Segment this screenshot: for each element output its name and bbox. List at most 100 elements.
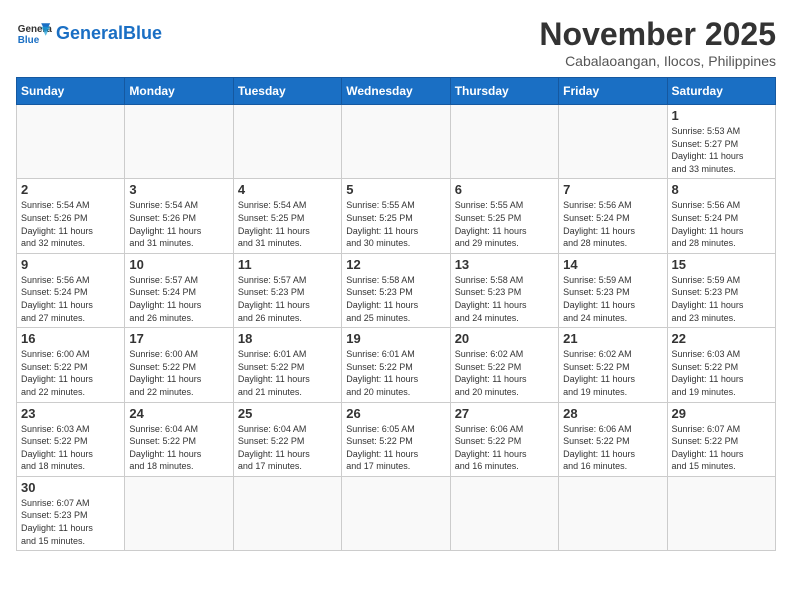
day-header-wednesday: Wednesday: [342, 78, 450, 105]
calendar-cell: 24Sunrise: 6:04 AM Sunset: 5:22 PM Dayli…: [125, 402, 233, 476]
calendar-week-row: 1Sunrise: 5:53 AM Sunset: 5:27 PM Daylig…: [17, 105, 776, 179]
logo-blue-text: Blue: [123, 23, 162, 43]
calendar-cell: 1Sunrise: 5:53 AM Sunset: 5:27 PM Daylig…: [667, 105, 775, 179]
day-info: Sunrise: 5:58 AM Sunset: 5:23 PM Dayligh…: [455, 274, 554, 324]
calendar-cell: [342, 105, 450, 179]
logo-general: General: [56, 23, 123, 43]
day-info: Sunrise: 6:07 AM Sunset: 5:22 PM Dayligh…: [672, 423, 771, 473]
calendar-cell: 23Sunrise: 6:03 AM Sunset: 5:22 PM Dayli…: [17, 402, 125, 476]
day-number: 30: [21, 480, 120, 495]
calendar-cell: 21 Sunrise: 6:02 AM Sunset: 5:22 PM Dayli…: [559, 328, 667, 402]
day-info: Sunrise: 6:01 AM Sunset: 5:22 PM Dayligh…: [238, 348, 337, 398]
day-header-sunday: Sunday: [17, 78, 125, 105]
day-info: Sunrise: 5:57 AM Sunset: 5:24 PM Dayligh…: [129, 274, 228, 324]
calendar-cell: [450, 105, 558, 179]
day-number: 24: [129, 406, 228, 421]
calendar-cell: 11 Sunrise: 5:57 AM Sunset: 5:23 PM Dayli…: [233, 253, 341, 327]
calendar-cell: [559, 105, 667, 179]
day-number: 21: [563, 331, 662, 346]
logo: General Blue GeneralBlue: [16, 16, 162, 52]
day-info: Sunrise: 5:56 AM Sunset: 5:24 PM Dayligh…: [21, 274, 120, 324]
day-number: 17: [129, 331, 228, 346]
logo-text: GeneralBlue: [56, 24, 162, 44]
day-header-tuesday: Tuesday: [233, 78, 341, 105]
day-number: 23: [21, 406, 120, 421]
day-number: 12: [346, 257, 445, 272]
calendar-cell: [125, 476, 233, 550]
calendar-cell: 7 Sunrise: 5:56 AM Sunset: 5:24 PM Daylig…: [559, 179, 667, 253]
calendar-cell: 27 Sunrise: 6:06 AM Sunset: 5:22 PM Dayli…: [450, 402, 558, 476]
calendar-cell: 28Sunrise: 6:06 AM Sunset: 5:22 PM Dayli…: [559, 402, 667, 476]
day-number: 25: [238, 406, 337, 421]
calendar-cell: [125, 105, 233, 179]
day-number: 15: [672, 257, 771, 272]
day-info: Sunrise: 6:06 AM Sunset: 5:22 PM Dayligh…: [563, 423, 662, 473]
day-info: Sunrise: 5:54 AM Sunset: 5:25 PM Dayligh…: [238, 199, 337, 249]
day-info: Sunrise: 6:01 AM Sunset: 5:22 PM Dayligh…: [346, 348, 445, 398]
calendar-cell: 16Sunrise: 6:00 AM Sunset: 5:22 PM Dayli…: [17, 328, 125, 402]
day-info: Sunrise: 5:59 AM Sunset: 5:23 PM Dayligh…: [672, 274, 771, 324]
calendar-cell: [233, 105, 341, 179]
day-info: Sunrise: 6:04 AM Sunset: 5:22 PM Dayligh…: [238, 423, 337, 473]
day-info: Sunrise: 5:57 AM Sunset: 5:23 PM Dayligh…: [238, 274, 337, 324]
day-info: Sunrise: 6:02 AM Sunset: 5:22 PM Dayligh…: [563, 348, 662, 398]
day-number: 22: [672, 331, 771, 346]
day-number: 2: [21, 182, 120, 197]
day-info: Sunrise: 5:56 AM Sunset: 5:24 PM Dayligh…: [563, 199, 662, 249]
logo-icon: General Blue: [16, 16, 52, 52]
day-info: Sunrise: 6:06 AM Sunset: 5:22 PM Dayligh…: [455, 423, 554, 473]
calendar-cell: 12Sunrise: 5:58 AM Sunset: 5:23 PM Dayli…: [342, 253, 450, 327]
title-section: November 2025 Cabalaoangan, Ilocos, Phil…: [539, 16, 776, 69]
day-header-friday: Friday: [559, 78, 667, 105]
calendar-cell: 20 Sunrise: 6:02 AM Sunset: 5:22 PM Dayli…: [450, 328, 558, 402]
day-number: 11: [238, 257, 337, 272]
calendar-cell: [17, 105, 125, 179]
calendar-week-row: 2 Sunrise: 5:54 AM Sunset: 5:26 PM Daylig…: [17, 179, 776, 253]
day-number: 9: [21, 257, 120, 272]
calendar-cell: [342, 476, 450, 550]
day-header-saturday: Saturday: [667, 78, 775, 105]
day-number: 4: [238, 182, 337, 197]
calendar-cell: 13 Sunrise: 5:58 AM Sunset: 5:23 PM Dayli…: [450, 253, 558, 327]
day-number: 19: [346, 331, 445, 346]
calendar-cell: 2 Sunrise: 5:54 AM Sunset: 5:26 PM Daylig…: [17, 179, 125, 253]
day-info: Sunrise: 5:53 AM Sunset: 5:27 PM Dayligh…: [672, 125, 771, 175]
day-info: Sunrise: 6:02 AM Sunset: 5:22 PM Dayligh…: [455, 348, 554, 398]
day-number: 29: [672, 406, 771, 421]
day-number: 3: [129, 182, 228, 197]
day-number: 10: [129, 257, 228, 272]
calendar-cell: 26Sunrise: 6:05 AM Sunset: 5:22 PM Dayli…: [342, 402, 450, 476]
calendar-cell: 30Sunrise: 6:07 AM Sunset: 5:23 PM Dayli…: [17, 476, 125, 550]
calendar-cell: 9 Sunrise: 5:56 AM Sunset: 5:24 PM Daylig…: [17, 253, 125, 327]
day-info: Sunrise: 6:03 AM Sunset: 5:22 PM Dayligh…: [672, 348, 771, 398]
calendar-week-row: 30Sunrise: 6:07 AM Sunset: 5:23 PM Dayli…: [17, 476, 776, 550]
day-info: Sunrise: 5:59 AM Sunset: 5:23 PM Dayligh…: [563, 274, 662, 324]
day-info: Sunrise: 5:54 AM Sunset: 5:26 PM Dayligh…: [129, 199, 228, 249]
day-info: Sunrise: 6:05 AM Sunset: 5:22 PM Dayligh…: [346, 423, 445, 473]
calendar-cell: [559, 476, 667, 550]
calendar-cell: 6Sunrise: 5:55 AM Sunset: 5:25 PM Daylig…: [450, 179, 558, 253]
day-number: 20: [455, 331, 554, 346]
day-info: Sunrise: 6:00 AM Sunset: 5:22 PM Dayligh…: [21, 348, 120, 398]
day-number: 5: [346, 182, 445, 197]
day-number: 7: [563, 182, 662, 197]
calendar-cell: 17Sunrise: 6:00 AM Sunset: 5:22 PM Dayli…: [125, 328, 233, 402]
calendar-week-row: 23Sunrise: 6:03 AM Sunset: 5:22 PM Dayli…: [17, 402, 776, 476]
calendar-cell: 3 Sunrise: 5:54 AM Sunset: 5:26 PM Daylig…: [125, 179, 233, 253]
day-info: Sunrise: 5:55 AM Sunset: 5:25 PM Dayligh…: [346, 199, 445, 249]
svg-text:Blue: Blue: [18, 35, 40, 46]
day-number: 27: [455, 406, 554, 421]
calendar-cell: 8Sunrise: 5:56 AM Sunset: 5:24 PM Daylig…: [667, 179, 775, 253]
day-number: 6: [455, 182, 554, 197]
page-header: General Blue GeneralBlue November 2025 C…: [16, 16, 776, 69]
calendar-cell: 22 Sunrise: 6:03 AM Sunset: 5:22 PM Dayli…: [667, 328, 775, 402]
day-header-thursday: Thursday: [450, 78, 558, 105]
calendar-cell: 29 Sunrise: 6:07 AM Sunset: 5:22 PM Dayli…: [667, 402, 775, 476]
day-info: Sunrise: 5:54 AM Sunset: 5:26 PM Dayligh…: [21, 199, 120, 249]
calendar-cell: 19 Sunrise: 6:01 AM Sunset: 5:22 PM Dayli…: [342, 328, 450, 402]
day-number: 13: [455, 257, 554, 272]
day-number: 18: [238, 331, 337, 346]
calendar-cell: [667, 476, 775, 550]
day-info: Sunrise: 5:56 AM Sunset: 5:24 PM Dayligh…: [672, 199, 771, 249]
day-number: 14: [563, 257, 662, 272]
